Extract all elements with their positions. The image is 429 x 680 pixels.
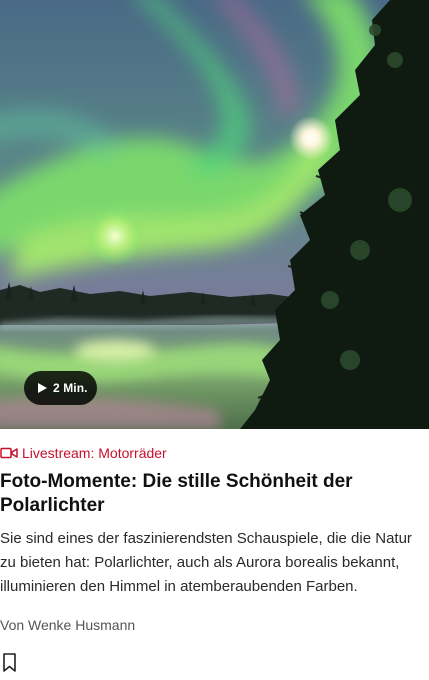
- video-duration-button[interactable]: 2 Min.: [24, 371, 97, 405]
- bookmark-icon: [3, 653, 16, 672]
- video-duration-label: 2 Min.: [53, 381, 88, 395]
- aurora-photo: [0, 0, 429, 429]
- author-byline: Von Wenke Husmann: [0, 617, 136, 633]
- livestream-kicker-link[interactable]: Livestream: Motorräder: [0, 445, 167, 461]
- article-teaser-text: Sie sind eines der faszinierendsten Scha…: [0, 530, 412, 595]
- article-teaser-card: 2 Min. Livestream: Motorräder Foto-Momen…: [0, 0, 429, 680]
- article-image[interactable]: 2 Min.: [0, 0, 429, 429]
- kicker-label: Livestream: Motorräder: [22, 445, 167, 461]
- bookmark-button[interactable]: [0, 652, 20, 674]
- video-camera-icon: [0, 447, 18, 459]
- play-icon: [38, 383, 47, 393]
- article-headline[interactable]: Foto-Momente: Die stille Schönheit der P…: [0, 470, 420, 518]
